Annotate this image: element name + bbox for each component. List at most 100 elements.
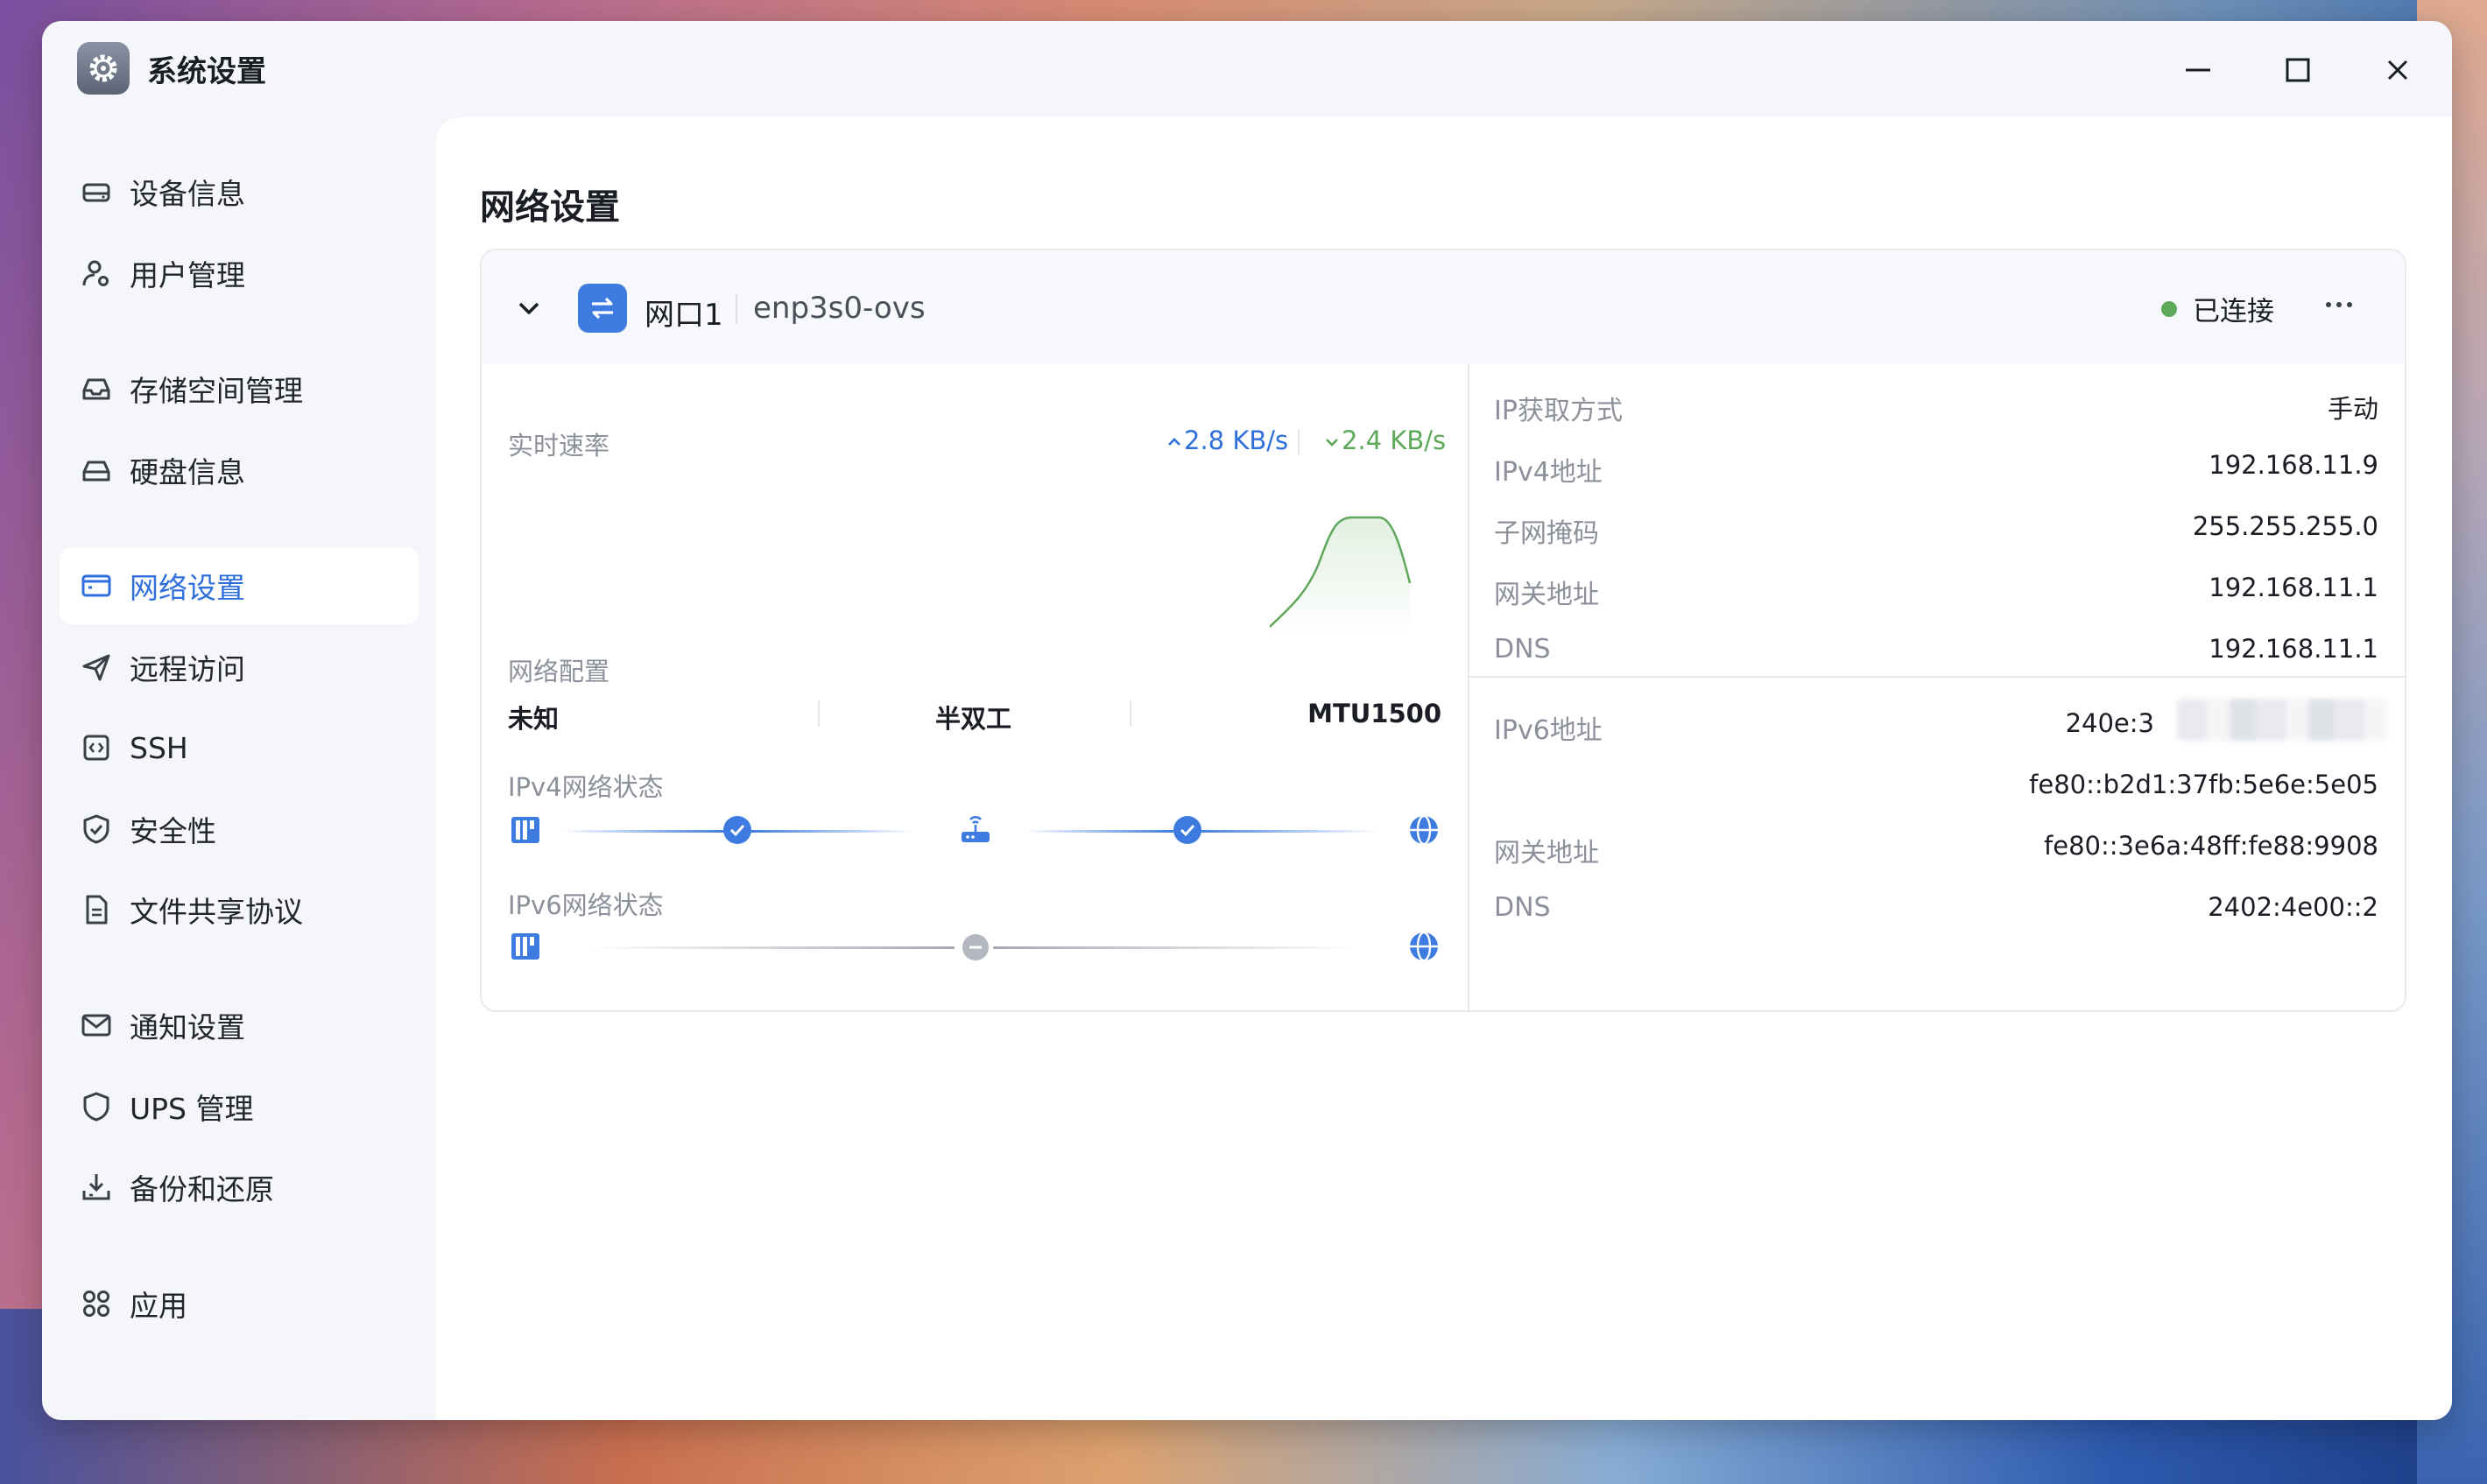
sidebar-item-label: 远程访问 <box>130 652 245 686</box>
ipv4-link-right <box>1025 830 1173 833</box>
document-icon <box>79 892 114 927</box>
sidebar-item-ups[interactable]: UPS 管理 <box>60 1068 419 1145</box>
download-speed: 2.4 KB/s <box>1322 426 1446 455</box>
sidebar: 设备信息 用户管理 存储空间管理 硬盘信息 网络设置 远程访问 SSH 安全性 <box>42 117 436 1420</box>
ipv4-link-left-tail <box>748 830 914 833</box>
sidebar-item-remote-access[interactable]: 远程访问 <box>60 629 419 706</box>
ipv4-link-ok-icon <box>1172 814 1203 846</box>
ipv4-link-right-tail <box>1193 830 1377 833</box>
sidebar-item-device-info[interactable]: 设备信息 <box>60 153 419 230</box>
sidebar-item-file-sharing[interactable]: 文件共享协议 <box>60 871 419 948</box>
ipv4-status-label: IPv4网络状态 <box>508 772 664 802</box>
sidebar-item-security[interactable]: 安全性 <box>60 791 419 868</box>
kv-value: fe80::3e6a:48ff:fe88:9908 <box>2044 831 2378 861</box>
sidebar-item-label: 文件共享协议 <box>130 895 303 929</box>
kv-dns: DNS 192.168.11.1 <box>1469 627 2405 679</box>
kv-value: 192.168.11.1 <box>2209 634 2378 664</box>
sidebar-item-backup[interactable]: 备份和还原 <box>60 1149 419 1226</box>
sidebar-item-user-management[interactable]: 用户管理 <box>60 235 419 312</box>
send-icon <box>79 650 114 685</box>
upload-speed: 2.8 KB/s <box>1165 426 1288 455</box>
duplex-value: 半双工 <box>935 704 1012 734</box>
sidebar-item-ssh[interactable]: SSH <box>60 709 419 786</box>
sidebar-item-network[interactable]: 网络设置 <box>60 547 419 624</box>
device-drive-icon <box>79 174 114 209</box>
sidebar-item-label: 通知设置 <box>130 1010 245 1044</box>
kv-key: DNS <box>1494 634 1551 665</box>
mtu-value: MTU1500 <box>1307 699 1441 728</box>
port-card: 网口1 enp3s0-ovs 已连接 实时速率 2.8 KB/s 2.4 KB/… <box>480 249 2406 1012</box>
status-dot <box>2161 301 2177 317</box>
kv-key: IP获取方式 <box>1494 396 1623 426</box>
sidebar-item-label: 硬盘信息 <box>130 455 245 489</box>
sidebar-item-label: 设备信息 <box>130 177 245 211</box>
sidebar-item-label: 备份和还原 <box>130 1172 274 1206</box>
ipv6-link-disabled-icon <box>960 932 991 963</box>
settings-gear-icon <box>77 42 130 95</box>
divider <box>1298 429 1300 455</box>
status-badge: 已连接 <box>2193 296 2274 327</box>
kv-value: 192.168.11.1 <box>2209 573 2378 602</box>
link-speed-value: 未知 <box>508 704 560 734</box>
ipv6-link-left <box>587 946 955 949</box>
redacted-blur <box>2177 699 2387 741</box>
upload-speed-value: 2.8 KB/s <box>1184 426 1289 455</box>
sidebar-item-label: 存储空间管理 <box>130 374 303 408</box>
maximize-icon <box>2286 58 2310 82</box>
sidebar-item-apps[interactable]: 应用 <box>60 1265 419 1342</box>
speed-sparkline <box>1270 516 1412 636</box>
disk-icon <box>79 453 114 488</box>
title-bar: 系统设置 <box>42 21 2452 117</box>
ipv6-status-label: IPv6网络状态 <box>508 890 664 920</box>
divider <box>1469 676 2405 678</box>
arrow-down-icon <box>1326 439 1338 447</box>
user-settings-icon <box>79 256 114 291</box>
realtime-speed-label: 实时速率 <box>508 431 610 461</box>
network-config-label: 网络配置 <box>508 657 610 686</box>
page-title: 网络设置 <box>480 187 620 228</box>
port-card-header[interactable]: 网口1 enp3s0-ovs 已连接 <box>482 250 2405 364</box>
minimize-button[interactable] <box>2173 46 2223 95</box>
kv-key: 网关地址 <box>1494 838 1599 869</box>
sidebar-item-notifications[interactable]: 通知设置 <box>60 987 419 1064</box>
download-tray-icon <box>79 1170 114 1205</box>
divider <box>818 700 820 727</box>
ipv6-link-right <box>993 946 1361 949</box>
port-exchange-icon <box>578 284 627 333</box>
kv-key: IPv6地址 <box>1494 715 1603 746</box>
globe-icon <box>1406 812 1441 847</box>
main-panel: 网络设置 网口1 enp3s0-ovs 已连接 实时速率 2.8 KB/s 2.… <box>436 117 2452 1420</box>
nas-device-icon <box>508 812 543 847</box>
download-speed-value: 2.4 KB/s <box>1342 426 1447 455</box>
kv-key: 网关地址 <box>1494 580 1599 610</box>
maximize-button[interactable] <box>2273 46 2322 95</box>
code-box-icon <box>79 730 114 765</box>
sidebar-item-disk-info[interactable]: 硬盘信息 <box>60 432 419 509</box>
sidebar-item-label: 用户管理 <box>130 258 245 292</box>
more-button[interactable] <box>2317 287 2361 322</box>
status-pane: 实时速率 2.8 KB/s 2.4 KB/s 网络配置 未知 半双工 MTU15… <box>482 364 1468 1010</box>
router-icon <box>958 811 993 846</box>
network-window-icon <box>79 568 114 603</box>
kv-value: 255.255.255.0 <box>2192 511 2378 541</box>
kv-ipv4-address: IPv4地址 192.168.11.9 <box>1469 443 2405 496</box>
kv-gateway: 网关地址 192.168.11.1 <box>1469 566 2405 618</box>
apps-grid-icon <box>79 1286 114 1321</box>
port-device: enp3s0-ovs <box>753 291 926 326</box>
close-button[interactable] <box>2373 46 2422 95</box>
close-icon <box>2387 60 2408 81</box>
chevron-down-icon <box>518 302 539 314</box>
shield-check-icon <box>79 812 114 847</box>
ip-info-pane: IP获取方式 手动 IPv4地址 192.168.11.9 子网掩码 255.2… <box>1469 364 2405 1010</box>
sidebar-item-storage[interactable]: 存储空间管理 <box>60 350 419 427</box>
divider <box>1130 700 1131 727</box>
shield-icon <box>79 1089 114 1124</box>
ipv4-link-left <box>560 830 727 833</box>
minimize-icon <box>2186 68 2210 72</box>
collapse-button[interactable] <box>511 291 546 326</box>
inbox-storage-icon <box>79 371 114 406</box>
kv-key: DNS <box>1494 892 1551 923</box>
kv-key: 子网掩码 <box>1494 518 1599 549</box>
more-dots-icon <box>2326 302 2352 307</box>
arrow-up-icon <box>1168 438 1180 446</box>
